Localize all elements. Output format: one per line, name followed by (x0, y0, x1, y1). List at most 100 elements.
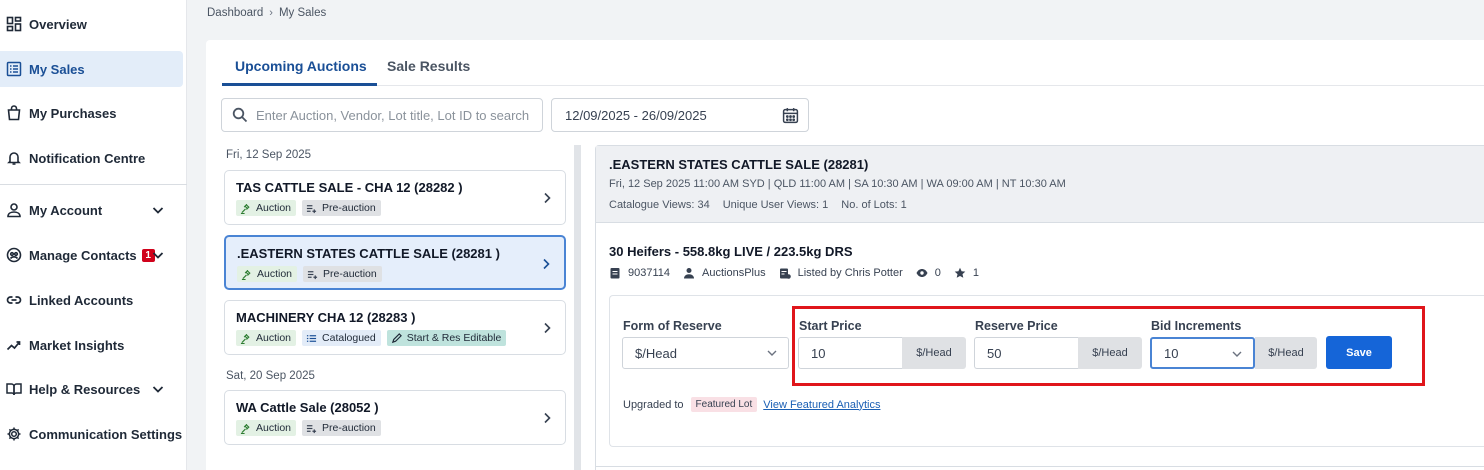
lot-id: 9037114 (628, 267, 671, 279)
upgrade-row: Upgraded to Featured Lot View Featured A… (623, 397, 880, 412)
reserve-form: Form of Reserve $/Head Start Price 10 $/… (609, 295, 1484, 447)
auction-title: TAS CATTLE SALE - CHA 12 (28282 ) (236, 180, 463, 195)
search-icon (232, 107, 248, 123)
start-price-unit: $/Head (902, 337, 966, 369)
sidebar-item-overview[interactable]: Overview (0, 6, 183, 42)
status-badge: Catalogued (302, 330, 381, 346)
person-icon (684, 268, 695, 279)
list-icon (6, 61, 22, 77)
auction-list-item-selected[interactable]: .EASTERN STATES CATTLE SALE (28281 ) Auc… (224, 235, 566, 290)
chevron-down-icon[interactable] (151, 382, 165, 396)
status-badge: Pre-auction (302, 200, 381, 216)
gavel-icon (241, 269, 251, 280)
list-check-icon (307, 270, 318, 279)
sidebar-item-label: Manage Contacts (29, 247, 137, 263)
reserve-price-label: Reserve Price (975, 319, 1058, 333)
tab-sale-results[interactable]: Sale Results (387, 58, 470, 74)
catalogue-views: Catalogue Views: 34 (609, 199, 710, 211)
form-of-reserve-select[interactable]: $/Head (622, 337, 789, 369)
auction-detail-header: .EASTERN STATES CATTLE SALE (28281) Fri,… (596, 146, 1484, 223)
chevron-down-icon[interactable] (151, 248, 165, 262)
status-badge: Auction (236, 330, 297, 346)
search-input[interactable] (256, 107, 536, 123)
sidebar-item-label: Market Insights (29, 337, 125, 353)
lot-listed-by: Listed by Chris Potter (797, 267, 903, 279)
sidebar-item-help-resources[interactable]: Help & Resources (0, 371, 183, 407)
view-featured-analytics-link[interactable]: View Featured Analytics (763, 399, 880, 411)
lot-count: No. of Lots: 1 (841, 199, 907, 211)
auction-list-item[interactable]: TAS CATTLE SALE - CHA 12 (28282 ) Auctio… (224, 170, 566, 225)
status-badge: Auction (236, 420, 297, 436)
auction-detail-stats: Catalogue Views: 34 Unique User Views: 1… (609, 199, 907, 211)
chevron-right-icon: › (269, 7, 273, 19)
sidebar-item-manage-contacts[interactable]: Manage Contacts 1 (0, 237, 183, 273)
sidebar-item-label: Communication Settings (29, 426, 183, 442)
calendar-icon[interactable] (782, 107, 799, 124)
sidebar-item-notification-centre[interactable]: Notification Centre (0, 140, 183, 176)
chevron-down-icon (1232, 351, 1242, 357)
chevron-right-icon (544, 322, 551, 334)
unique-user-views: Unique User Views: 1 (722, 199, 829, 211)
list-scrollbar[interactable] (574, 145, 581, 470)
bid-increments-label: Bid Increments (1151, 319, 1242, 333)
gear-icon (6, 426, 22, 442)
status-badge: Pre-auction (303, 266, 382, 282)
sidebar-item-market-insights[interactable]: Market Insights (0, 327, 183, 363)
link-icon (6, 292, 22, 308)
detail-divider (596, 466, 1484, 467)
search-field[interactable] (221, 98, 543, 132)
auction-list-item[interactable]: WA Cattle Sale (28052 ) Auction Pre-auct… (224, 390, 566, 445)
sidebar-item-my-purchases[interactable]: My Purchases (0, 95, 183, 131)
reserve-price-input[interactable]: 50 (974, 337, 1078, 369)
upgrade-prefix: Upgraded to (623, 398, 684, 411)
reserve-price-unit: $/Head (1078, 337, 1142, 369)
lot-stars: 1 (972, 267, 980, 279)
sidebar-item-label: Help & Resources (29, 381, 141, 397)
chevron-right-icon (543, 258, 550, 270)
shopping-bag-icon (6, 105, 22, 121)
bid-increments-select[interactable]: 10 (1150, 337, 1255, 369)
start-price-input[interactable]: 10 (798, 337, 902, 369)
list-date-header: Sat, 20 Sep 2025 (226, 370, 315, 382)
auction-title: WA Cattle Sale (28052 ) (236, 400, 379, 415)
breadcrumb-current: My Sales (278, 7, 327, 19)
date-range-value: 12/09/2025 - 26/09/2025 (565, 107, 707, 123)
chevron-right-icon (544, 192, 551, 204)
status-badge: Pre-auction (302, 420, 381, 436)
auction-title: MACHINERY CHA 12 (28283 ) (236, 310, 416, 325)
bell-icon (6, 150, 22, 166)
start-price-label: Start Price (799, 319, 862, 333)
sidebar-divider (0, 184, 187, 185)
sidebar-item-label: Overview (29, 16, 87, 32)
eye-icon (916, 269, 928, 277)
sidebar-item-my-sales[interactable]: My Sales (0, 51, 183, 87)
save-button[interactable]: Save (1326, 336, 1392, 369)
active-tab-indicator (222, 83, 377, 86)
lot-vendor: AuctionsPlus (702, 267, 766, 279)
chevron-down-icon[interactable] (151, 203, 165, 217)
contacts-icon (6, 247, 22, 263)
sidebar-item-linked-accounts[interactable]: Linked Accounts (0, 282, 183, 318)
sidebar-item-label: My Purchases (29, 105, 117, 121)
breadcrumb: Dashboard › My Sales (207, 7, 326, 19)
gavel-icon (240, 203, 250, 214)
auction-detail-panel: .EASTERN STATES CATTLE SALE (28281) Fri,… (595, 145, 1484, 470)
sidebar: Overview My Sales My Purchases Notificat… (0, 0, 187, 470)
date-range-picker[interactable]: 12/09/2025 - 26/09/2025 (551, 98, 809, 132)
chevron-down-icon (767, 350, 777, 356)
book-icon (6, 381, 22, 397)
list-check-icon (306, 424, 317, 433)
lot-meta: 9037114 AuctionsPlus Listed by Chris Pot… (609, 267, 992, 279)
tab-upcoming-auctions[interactable]: Upcoming Auctions (235, 58, 367, 74)
gavel-icon (240, 423, 250, 434)
sidebar-item-communication-settings[interactable]: Communication Settings (0, 416, 183, 452)
status-badge: Auction (236, 200, 297, 216)
auction-list-item[interactable]: MACHINERY CHA 12 (28283 ) Auction Catalo… (224, 300, 566, 355)
chevron-right-icon (544, 412, 551, 424)
sidebar-item-label: My Sales (29, 61, 85, 77)
sidebar-item-label: My Account (29, 202, 103, 218)
sidebar-item-my-account[interactable]: My Account (0, 192, 183, 228)
status-badge: Start & Res Editable (386, 330, 507, 346)
breadcrumb-dashboard[interactable]: Dashboard (207, 7, 263, 19)
list-icon (306, 334, 317, 342)
